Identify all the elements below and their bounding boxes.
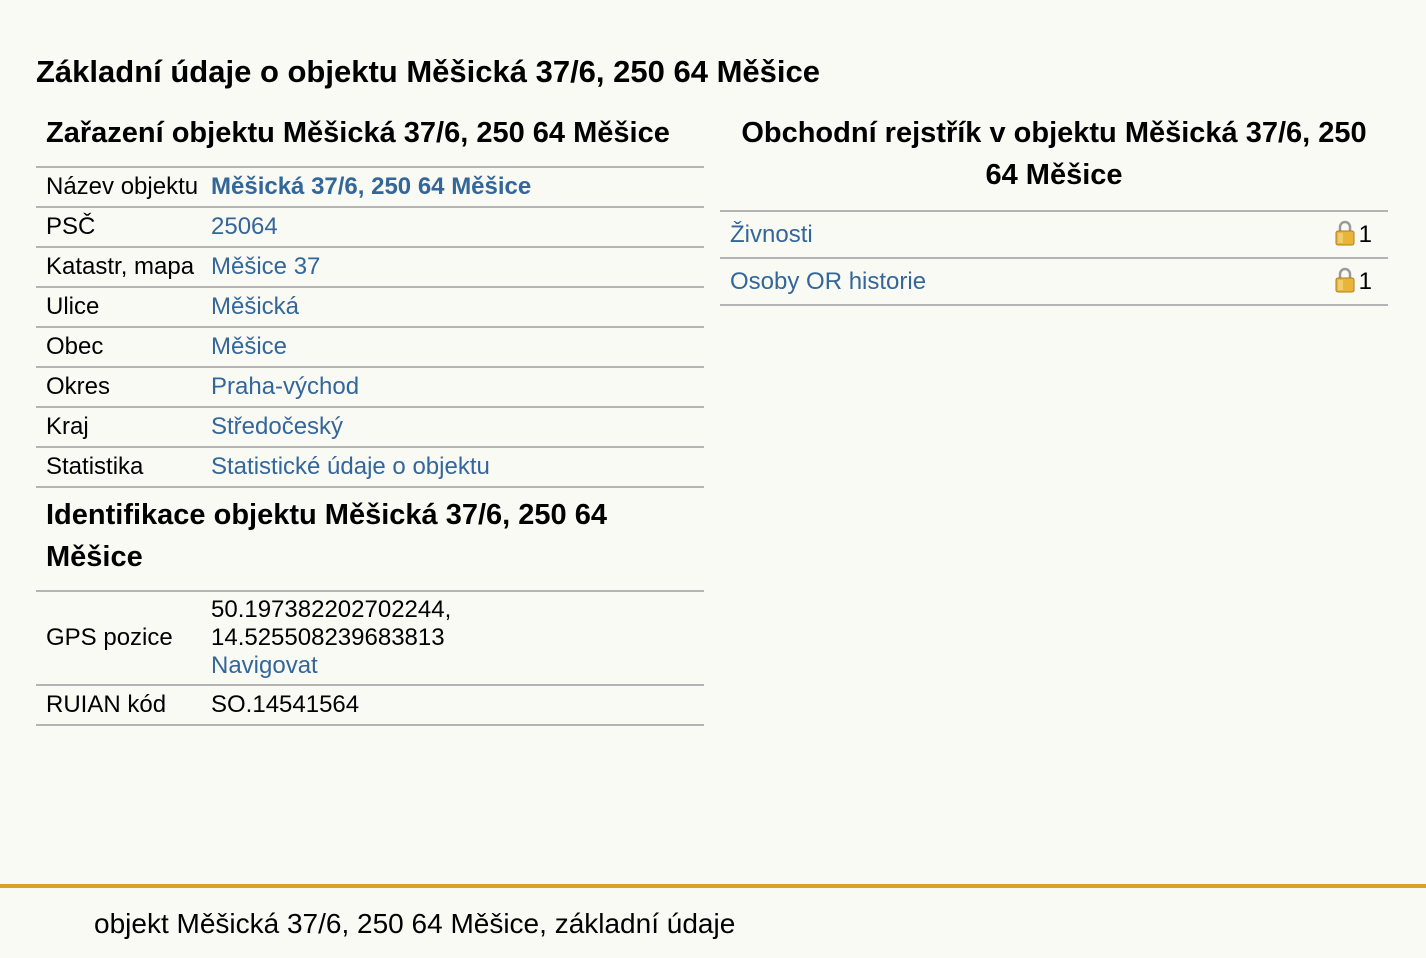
table-row: Okres Praha-východ xyxy=(36,366,704,407)
table-row: Osoby OR historie 1 xyxy=(720,257,1388,306)
left-column: Zařazení objektu Měšická 37/6, 250 64 Mě… xyxy=(36,112,704,726)
municipality-link[interactable]: Měšice xyxy=(211,333,287,360)
classification-table: Název objektu Měšická 37/6, 250 64 Měšic… xyxy=(36,166,704,488)
gps-longitude: 14.525508239683813 xyxy=(211,624,445,651)
table-row: Kraj Středočeský xyxy=(36,406,704,447)
row-label-name: Název objektu xyxy=(36,166,205,207)
trades-count: 1 xyxy=(1358,221,1372,248)
psc-link[interactable]: 25064 xyxy=(211,213,278,240)
object-name-link[interactable]: Měšická 37/6, 250 64 Měšice xyxy=(211,173,531,200)
row-label-statistics: Statistika xyxy=(36,446,205,488)
register-title: Obchodní rejstřík v objektu Měšická 37/6… xyxy=(741,117,1367,191)
table-row: Katastr, mapa Měšice 37 xyxy=(36,246,704,287)
table-row: Obec Měšice xyxy=(36,326,704,367)
or-history-link[interactable]: Osoby OR historie xyxy=(730,268,926,295)
row-label-psc: PSČ xyxy=(36,206,205,247)
ruian-value: SO.14541564 xyxy=(205,684,704,726)
region-link[interactable]: Středočeský xyxy=(211,413,343,440)
table-row: Název objektu Měšická 37/6, 250 64 Měšic… xyxy=(36,166,704,207)
row-label-ruian: RUIAN kód xyxy=(36,684,205,726)
footer-divider xyxy=(0,884,1426,888)
identification-title: Identifikace objektu Měšická 37/6, 250 6… xyxy=(46,499,607,573)
row-label-region: Kraj xyxy=(36,406,205,447)
row-label-cadastre: Katastr, mapa xyxy=(36,246,205,287)
row-label-municipality: Obec xyxy=(36,326,205,367)
table-row: PSČ 25064 xyxy=(36,206,704,247)
table-row: GPS pozice 50.197382202702244, 14.525508… xyxy=(36,590,704,685)
table-row: RUIAN kód SO.14541564 xyxy=(36,684,704,726)
statistics-link[interactable]: Statistické údaje o objektu xyxy=(211,453,490,480)
page: Základní údaje o objektu Měšická 37/6, 2… xyxy=(0,0,1426,958)
classification-title: Zařazení objektu Měšická 37/6, 250 64 Mě… xyxy=(46,117,670,149)
street-link[interactable]: Měšická xyxy=(211,293,299,320)
lock-icon xyxy=(1335,220,1355,246)
trades-link[interactable]: Živnosti xyxy=(730,221,813,248)
row-label-gps: GPS pozice xyxy=(36,590,205,685)
district-link[interactable]: Praha-východ xyxy=(211,373,359,400)
cadastre-link[interactable]: Měšice 37 xyxy=(211,253,320,280)
right-column: Obchodní rejstřík v objektu Měšická 37/6… xyxy=(720,112,1388,306)
identification-table: GPS pozice 50.197382202702244, 14.525508… xyxy=(36,590,704,726)
page-title: Základní údaje o objektu Měšická 37/6, 2… xyxy=(36,54,820,89)
table-row: Statistika Statistické údaje o objektu xyxy=(36,446,704,488)
or-history-count: 1 xyxy=(1358,268,1372,295)
table-row: Ulice Měšická xyxy=(36,286,704,327)
navigate-link[interactable]: Navigovat xyxy=(211,652,318,679)
footer-text: objekt Měšická 37/6, 250 64 Měšice, zákl… xyxy=(94,908,736,939)
gps-latitude: 50.197382202702244, xyxy=(211,596,452,623)
row-label-district: Okres xyxy=(36,366,205,407)
row-label-street: Ulice xyxy=(36,286,205,327)
lock-icon xyxy=(1335,267,1355,293)
register-table: Živnosti 1 Osoby OR historie 1 xyxy=(720,210,1388,306)
table-row: Živnosti 1 xyxy=(720,210,1388,258)
